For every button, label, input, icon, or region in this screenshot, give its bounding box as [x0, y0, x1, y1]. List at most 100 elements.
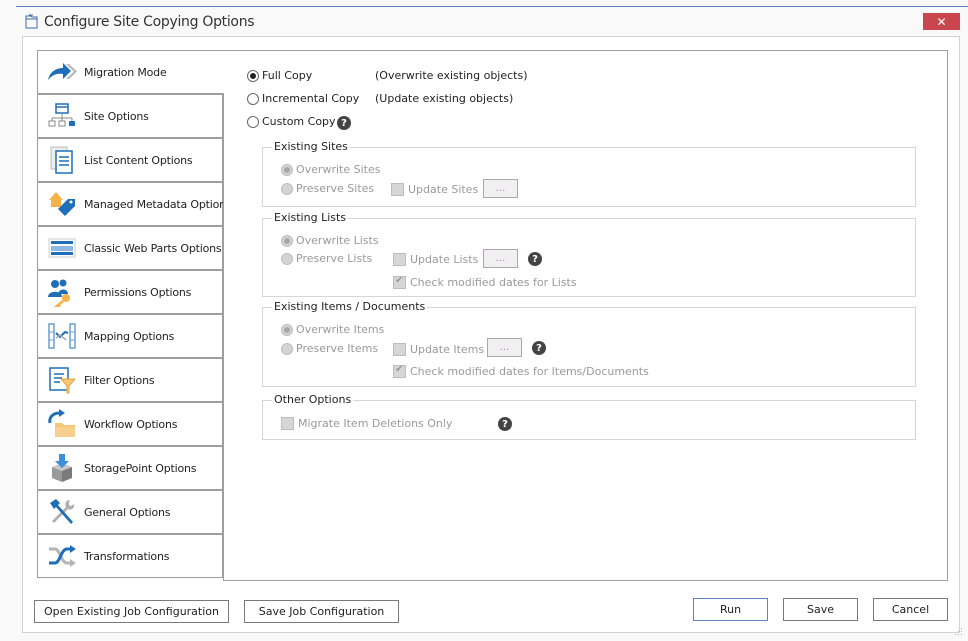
tab-general-options[interactable]: General Options: [37, 490, 223, 534]
custom-copy-radio[interactable]: Custom Copy: [247, 115, 336, 128]
tab-storagepoint-options[interactable]: StoragePoint Options: [37, 446, 223, 490]
preserve-lists-radio[interactable]: Preserve Lists: [281, 252, 372, 265]
migration-mode-panel: Full Copy (Overwrite existing objects) I…: [223, 50, 948, 581]
tab-filter-options[interactable]: Filter Options: [37, 358, 223, 402]
web-parts-icon: [46, 232, 78, 264]
metadata-tag-icon: [46, 188, 78, 220]
tab-label: Transformations: [84, 549, 170, 563]
tab-workflow-options[interactable]: Workflow Options: [37, 402, 223, 446]
update-sites-checkbox[interactable]: Update Sites: [391, 183, 478, 196]
update-lists-help-icon[interactable]: ?: [528, 252, 542, 266]
mapping-icon: [46, 320, 78, 352]
update-lists-ellipsis-button[interactable]: ...: [483, 249, 518, 268]
tab-label: Site Options: [84, 109, 149, 123]
radio-indicator[interactable]: [281, 342, 293, 355]
check-modified-lists-checkbox[interactable]: Check modified dates for Lists: [393, 275, 577, 289]
check-modified-items-checkbox[interactable]: Check modified dates for Items/Documents: [393, 364, 649, 378]
overwrite-sites-label: Overwrite Sites: [296, 163, 381, 176]
open-existing-job-configuration-button[interactable]: Open Existing Job Configuration: [34, 600, 229, 623]
update-sites-ellipsis-button[interactable]: ...: [483, 179, 518, 198]
preserve-items-label: Preserve Items: [296, 342, 379, 355]
checkbox-indicator[interactable]: [393, 343, 406, 356]
tab-site-options[interactable]: Site Options: [37, 94, 223, 138]
tab-migration-mode[interactable]: Migration Mode: [37, 50, 224, 94]
checkbox-indicator[interactable]: [393, 275, 406, 289]
full-copy-radio[interactable]: Full Copy: [247, 69, 312, 82]
radio-indicator[interactable]: [281, 323, 293, 336]
checkbox-indicator[interactable]: [391, 183, 404, 196]
migrate-item-deletions-checkbox[interactable]: Migrate Item Deletions Only: [281, 417, 452, 430]
window-title: Configure Site Copying Options: [44, 14, 255, 30]
tab-mapping-options[interactable]: Mapping Options: [37, 314, 223, 358]
tab-transformations[interactable]: Transformations: [37, 534, 223, 578]
overwrite-lists-label: Overwrite Lists: [296, 234, 379, 247]
tools-icon: [46, 496, 78, 528]
checkbox-indicator[interactable]: [281, 417, 294, 430]
radio-indicator[interactable]: [247, 92, 259, 105]
tab-classic-web-parts-options[interactable]: Classic Web Parts Options: [37, 226, 223, 270]
preserve-sites-label: Preserve Sites: [296, 182, 375, 195]
migrate-deletions-help-icon[interactable]: ?: [498, 417, 512, 431]
tab-label: Permissions Options: [84, 285, 192, 299]
preserve-sites-radio[interactable]: Preserve Sites: [281, 182, 374, 195]
radio-indicator[interactable]: [281, 252, 293, 265]
incremental-copy-description: (Update existing objects): [375, 92, 514, 105]
migration-arrow-icon: [46, 56, 78, 88]
tab-label: Workflow Options: [84, 417, 178, 431]
tab-label: General Options: [84, 505, 171, 519]
update-sites-label: Update Sites: [408, 183, 479, 196]
radio-indicator[interactable]: [281, 234, 293, 247]
radio-indicator[interactable]: [281, 163, 293, 176]
list-document-icon: [46, 144, 78, 176]
tab-label: List Content Options: [84, 153, 193, 167]
update-lists-label: Update Lists: [410, 253, 479, 266]
incremental-copy-radio[interactable]: Incremental Copy: [247, 92, 359, 105]
preserve-items-radio[interactable]: Preserve Items: [281, 342, 378, 355]
full-copy-label: Full Copy: [262, 69, 313, 82]
radio-indicator[interactable]: [247, 115, 259, 128]
save-job-configuration-button[interactable]: Save Job Configuration: [244, 600, 399, 623]
close-button[interactable]: ✕: [923, 13, 960, 30]
site-hierarchy-icon: [46, 100, 78, 132]
permissions-users-key-icon: [46, 276, 78, 308]
save-button[interactable]: Save: [783, 598, 858, 621]
checkbox-indicator[interactable]: [393, 253, 406, 266]
update-items-help-icon[interactable]: ?: [532, 341, 546, 355]
tab-managed-metadata-options[interactable]: Managed Metadata Options: [37, 182, 232, 226]
cancel-button[interactable]: Cancel: [873, 598, 948, 621]
incremental-copy-label: Incremental Copy: [262, 92, 360, 105]
preserve-lists-label: Preserve Lists: [296, 252, 373, 265]
tab-label: Filter Options: [84, 373, 155, 387]
migrate-item-deletions-label: Migrate Item Deletions Only: [298, 417, 453, 430]
checkbox-indicator[interactable]: [393, 364, 406, 378]
custom-copy-help-icon[interactable]: ?: [337, 116, 351, 130]
close-icon: ✕: [936, 14, 947, 29]
update-items-checkbox[interactable]: Update Items: [393, 343, 484, 356]
update-items-ellipsis-button[interactable]: ...: [487, 338, 522, 357]
overwrite-items-radio[interactable]: Overwrite Items: [281, 323, 384, 336]
tab-label: Classic Web Parts Options: [84, 241, 222, 255]
window-top-border: [16, 6, 968, 7]
resize-grip-icon[interactable]: [955, 628, 963, 636]
existing-lists-group: Existing Lists Overwrite Lists Preserve …: [262, 211, 916, 297]
title-bar: Configure Site Copying Options: [24, 12, 255, 32]
tab-permissions-options[interactable]: Permissions Options: [37, 270, 223, 314]
overwrite-lists-radio[interactable]: Overwrite Lists: [281, 234, 379, 247]
update-lists-checkbox[interactable]: Update Lists: [393, 253, 478, 266]
run-button[interactable]: Run: [693, 598, 768, 621]
storagepoint-box-icon: [46, 452, 78, 484]
tab-label: Mapping Options: [84, 329, 175, 343]
filter-icon: [46, 364, 78, 396]
other-options-title: Other Options: [272, 393, 354, 406]
radio-indicator[interactable]: [247, 69, 259, 82]
existing-sites-group: Existing Sites Overwrite Sites Preserve …: [262, 140, 916, 207]
check-modified-lists-label: Check modified dates for Lists: [410, 276, 577, 289]
transform-shuffle-icon: [46, 540, 78, 572]
check-modified-items-label: Check modified dates for Items/Documents: [410, 365, 649, 378]
tab-list-content-options[interactable]: List Content Options: [37, 138, 223, 182]
other-options-group: Other Options Migrate Item Deletions Onl…: [262, 393, 916, 440]
tab-label: StoragePoint Options: [84, 461, 197, 475]
existing-lists-title: Existing Lists: [272, 211, 349, 224]
radio-indicator[interactable]: [281, 182, 293, 195]
overwrite-sites-radio[interactable]: Overwrite Sites: [281, 163, 380, 176]
